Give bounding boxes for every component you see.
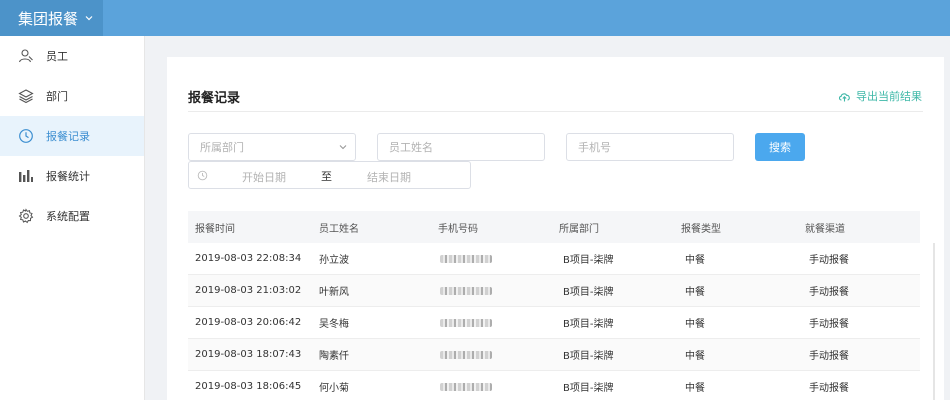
user-icon — [18, 48, 34, 64]
table-header: 报餐时间 员工姓名 手机号码 所属部门 报餐类型 就餐渠道 — [188, 211, 920, 243]
table-row[interactable]: 2019-08-03 21:03:02 叶新风 B项目-柒牌 中餐 手动报餐 — [188, 275, 920, 307]
column-header[interactable]: 就餐渠道 — [799, 220, 920, 235]
table-scrollbar[interactable] — [933, 243, 935, 400]
cell-channel: 手动报餐 — [809, 383, 849, 394]
cell-meal-type: 中餐 — [685, 255, 705, 266]
cell-department: B项目-柒牌 — [563, 351, 614, 362]
cloud-upload-icon — [838, 91, 851, 102]
column-header[interactable]: 手机号码 — [434, 220, 557, 235]
blurred-phone — [440, 350, 492, 359]
cell-time: 2019-08-03 21:03:02 — [195, 285, 302, 296]
column-header[interactable]: 报餐时间 — [188, 220, 313, 235]
layers-icon — [18, 88, 34, 104]
cell-department: B项目-柒牌 — [563, 255, 614, 266]
top-bar: 集团报餐 — [0, 0, 950, 36]
cell-department: B项目-柒牌 — [563, 319, 614, 330]
end-date-input[interactable]: 结束日期 — [367, 169, 411, 185]
table-row[interactable]: 2019-08-03 20:06:42 吴冬梅 B项目-柒牌 中餐 手动报餐 — [188, 307, 920, 339]
sidebar-item-label: 系统配置 — [46, 210, 90, 223]
cell-meal-type: 中餐 — [685, 383, 705, 394]
range-separator: 至 — [321, 170, 332, 183]
export-button[interactable]: 导出当前结果 — [838, 88, 922, 104]
cell-name: 陶素仟 — [319, 351, 349, 362]
cell-phone — [434, 382, 557, 391]
sidebar-item-label: 报餐记录 — [46, 130, 90, 143]
start-date-input[interactable]: 开始日期 — [242, 169, 286, 185]
blurred-phone — [440, 382, 492, 391]
sidebar-item-label: 部门 — [46, 90, 68, 103]
chevron-down-icon — [338, 142, 348, 155]
sidebar-item-system-settings[interactable]: 系统配置 — [0, 196, 144, 236]
title-divider — [188, 111, 923, 112]
cell-meal-type: 中餐 — [685, 319, 705, 330]
cell-time: 2019-08-03 18:06:45 — [195, 381, 302, 392]
clock-icon — [18, 128, 34, 144]
content-card: 报餐记录 导出当前结果 所属部门 员工姓名 手机号 搜索 开始日期 至 结束日期… — [167, 57, 944, 400]
meal-records-table: 报餐时间 员工姓名 手机号码 所属部门 报餐类型 就餐渠道 2019-08-03… — [188, 211, 920, 400]
cell-phone — [434, 286, 557, 295]
cell-time: 2019-08-03 20:06:42 — [195, 317, 302, 328]
cell-phone — [434, 254, 557, 263]
export-label: 导出当前结果 — [856, 90, 922, 103]
cell-name: 叶新风 — [319, 287, 349, 298]
cell-time: 2019-08-03 22:08:34 — [195, 253, 302, 264]
cell-phone — [434, 350, 557, 359]
table-row[interactable]: 2019-08-03 18:07:43 陶素仟 B项目-柒牌 中餐 手动报餐 — [188, 339, 920, 371]
blurred-phone — [440, 318, 492, 327]
cell-channel: 手动报餐 — [809, 351, 849, 362]
cell-channel: 手动报餐 — [809, 287, 849, 298]
search-button[interactable]: 搜索 — [755, 133, 805, 161]
cell-name: 孙立波 — [319, 255, 349, 266]
blurred-phone — [440, 254, 492, 263]
clock-icon — [197, 170, 208, 184]
sidebar-item-label: 员工 — [46, 50, 68, 63]
app-switcher[interactable]: 集团报餐 — [0, 0, 103, 36]
sidebar-item-meal-stats[interactable]: 报餐统计 — [0, 156, 144, 196]
sidebar-item-employees[interactable]: 员工 — [0, 36, 144, 76]
cell-phone — [434, 318, 557, 327]
sidebar-item-label: 报餐统计 — [46, 170, 90, 183]
column-header[interactable]: 报餐类型 — [677, 220, 799, 235]
table-row[interactable]: 2019-08-03 18:06:45 何小菊 B项目-柒牌 中餐 手动报餐 — [188, 371, 920, 400]
table-row[interactable]: 2019-08-03 22:08:34 孙立波 B项目-柒牌 中餐 手动报餐 — [188, 243, 920, 275]
phone-input[interactable]: 手机号 — [566, 133, 734, 161]
column-header[interactable]: 所属部门 — [557, 220, 677, 235]
employee-name-placeholder: 员工姓名 — [389, 141, 433, 154]
cell-name: 吴冬梅 — [319, 319, 349, 330]
cell-name: 何小菊 — [319, 383, 349, 394]
employee-name-input[interactable]: 员工姓名 — [377, 133, 545, 161]
department-select[interactable]: 所属部门 — [188, 133, 356, 161]
cell-department: B项目-柒牌 — [563, 287, 614, 298]
blurred-phone — [440, 286, 492, 295]
page-title: 报餐记录 — [188, 91, 241, 106]
department-placeholder: 所属部门 — [200, 141, 244, 154]
cell-channel: 手动报餐 — [809, 255, 849, 266]
sidebar-item-meal-records[interactable]: 报餐记录 — [0, 116, 144, 156]
cell-department: B项目-柒牌 — [563, 383, 614, 394]
gear-icon — [18, 208, 34, 224]
chevron-down-icon — [84, 13, 94, 23]
bar-chart-icon — [18, 168, 34, 184]
sidebar: 员工 部门 报餐记录 报餐统计 系统配置 — [0, 36, 145, 400]
app-title: 集团报餐 — [18, 9, 79, 28]
sidebar-item-departments[interactable]: 部门 — [0, 76, 144, 116]
cell-time: 2019-08-03 18:07:43 — [195, 349, 302, 360]
column-header[interactable]: 员工姓名 — [313, 220, 434, 235]
cell-meal-type: 中餐 — [685, 351, 705, 362]
cell-channel: 手动报餐 — [809, 319, 849, 330]
date-range-picker[interactable]: 开始日期 至 结束日期 — [188, 161, 471, 189]
phone-placeholder: 手机号 — [578, 141, 611, 154]
cell-meal-type: 中餐 — [685, 287, 705, 298]
